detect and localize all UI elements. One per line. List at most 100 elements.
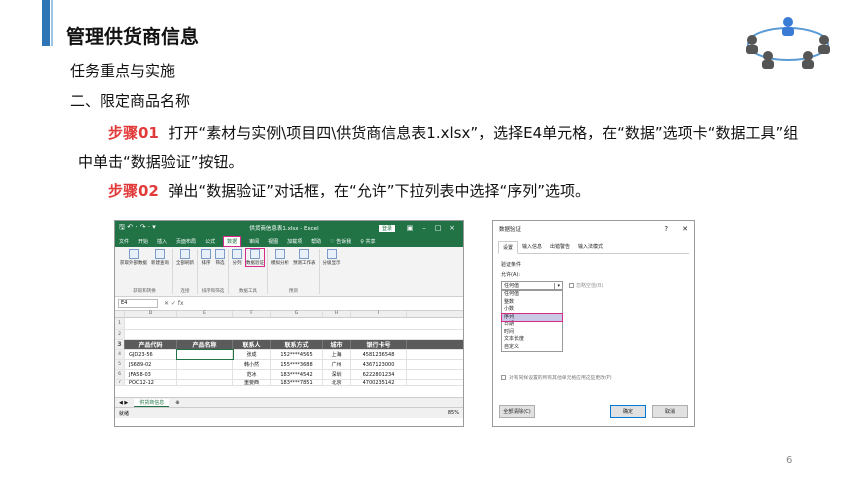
help-icon[interactable]: ?: [664, 225, 668, 233]
table-cell[interactable]: 4581236548: [351, 350, 407, 359]
column-header[interactable]: D: [125, 311, 177, 317]
tab-help[interactable]: 帮助: [311, 238, 321, 245]
allow-select[interactable]: 任何值 ▾: [501, 281, 563, 290]
table-cell[interactable]: [177, 380, 233, 385]
outline-icon: [326, 249, 337, 259]
formula-buttons[interactable]: ✕ ✓ fx: [164, 300, 184, 307]
column-header[interactable]: G: [271, 311, 323, 317]
cancel-button[interactable]: 取消: [652, 405, 688, 418]
tab-addins[interactable]: 加载项: [287, 238, 302, 245]
ribbon-display-icon[interactable]: ▣: [403, 224, 417, 232]
table-cell[interactable]: 183****7851: [271, 380, 323, 385]
table-cell[interactable]: [177, 360, 233, 369]
option-integer[interactable]: 整数: [502, 299, 562, 307]
close-icon[interactable]: ✕: [682, 225, 688, 233]
option-any[interactable]: 任何值: [502, 291, 562, 299]
option-time[interactable]: 时间: [502, 329, 562, 337]
close-icon[interactable]: ×: [445, 224, 459, 232]
name-box[interactable]: E4: [118, 299, 158, 308]
table-cell[interactable]: 广州: [323, 360, 351, 369]
option-text-length[interactable]: 文本长度: [502, 336, 562, 344]
forecast-sheet-button[interactable]: 预测工作表: [293, 249, 316, 266]
worksheet-grid[interactable]: D E F G H I 1 2 3 产品代码 产品名称 联系人 联系方式 城市 …: [115, 311, 463, 397]
table-cell[interactable]: 4367123000: [351, 360, 407, 369]
clear-all-button[interactable]: 全部清除(C): [499, 405, 535, 418]
tab-data[interactable]: 数据: [223, 235, 242, 247]
table-cell[interactable]: 深圳: [323, 370, 351, 379]
table-cell[interactable]: JFA58-03: [125, 370, 177, 379]
ok-button[interactable]: 确定: [610, 405, 646, 418]
table-cell[interactable]: [177, 370, 233, 379]
quick-access-toolbar[interactable]: 🖫 ↶ · ↷ · ▾: [119, 223, 189, 234]
table-cell[interactable]: 范冰: [233, 370, 271, 379]
subtitle: 任务重点与实施: [70, 62, 176, 80]
tab-ime-mode[interactable]: 输入法模式: [574, 241, 607, 253]
tab-home[interactable]: 开始: [138, 238, 148, 245]
tab-page-layout[interactable]: 页面布局: [176, 238, 196, 245]
refresh-all-button[interactable]: 全部刷新: [176, 249, 194, 266]
table-cell[interactable]: GJD23-56: [125, 350, 177, 359]
table-cell[interactable]: 张成: [233, 350, 271, 359]
sheet-tab[interactable]: 供货商信息: [134, 398, 170, 407]
dialog-tabs: 设置 输入信息 出错警告 输入法模式: [498, 241, 689, 254]
ribbon-tabs: 文件 开始 插入 页面布局 公式 数据 审阅 视图 加载项 帮助 ♡ 告诉我 ♀…: [115, 235, 463, 247]
refresh-icon: [180, 249, 190, 259]
tab-settings[interactable]: 设置: [498, 241, 519, 254]
table-row: 2: [115, 330, 463, 340]
allow-dropdown-list: 任何值 整数 小数 序列 日期 时间 文本长度 自定义: [501, 290, 563, 352]
table-cell[interactable]: 北京: [323, 380, 351, 385]
column-header[interactable]: F: [233, 311, 271, 317]
validation-icon: [250, 249, 260, 259]
table-cell[interactable]: 韩小然: [233, 360, 271, 369]
table-cell[interactable]: 155****3688: [271, 360, 323, 369]
text-to-columns-button[interactable]: 分列: [232, 249, 242, 266]
minimize-icon[interactable]: –: [417, 224, 431, 232]
share-button[interactable]: ♀ 共享: [360, 238, 375, 245]
table-cell[interactable]: 上海: [323, 350, 351, 359]
data-validation-button[interactable]: 数据验证: [245, 248, 265, 267]
option-custom[interactable]: 自定义: [502, 344, 562, 352]
sort-button[interactable]: 排序: [201, 249, 211, 266]
column-header[interactable]: H: [323, 311, 351, 317]
data-validation-dialog: 数据验证 ? ✕ 设置 输入信息 出错警告 输入法模式 验证条件 允许(A): …: [492, 220, 695, 427]
table-cell[interactable]: 4700235142: [351, 380, 407, 385]
table-cell[interactable]: POC12-12: [125, 380, 177, 385]
table-cell[interactable]: 183****4542: [271, 370, 323, 379]
group-label: 排序和筛选: [201, 289, 225, 294]
tab-input-message[interactable]: 输入信息: [518, 241, 546, 253]
tab-insert[interactable]: 插入: [157, 238, 167, 245]
table-cell[interactable]: 152****4565: [271, 350, 323, 359]
table-cell[interactable]: 6222801234: [351, 370, 407, 379]
tab-file[interactable]: 文件: [119, 238, 129, 245]
column-header[interactable]: E: [177, 311, 233, 317]
sheet-nav-icon[interactable]: ◀ ▶: [119, 400, 128, 406]
ignore-blank-checkbox[interactable]: 忽略空值(B): [569, 282, 603, 289]
what-if-button[interactable]: 模拟分析: [271, 249, 289, 266]
new-query-button[interactable]: 新建查询: [151, 249, 169, 266]
apply-all-checkbox[interactable]: 对有同样设置的所有其他单元格应用这些更改(P): [501, 374, 686, 381]
tab-error-alert[interactable]: 出错警告: [546, 241, 574, 253]
tab-formulas[interactable]: 公式: [205, 238, 215, 245]
tab-view[interactable]: 视图: [268, 238, 278, 245]
accent-bar: [42, 0, 50, 46]
zoom-level[interactable]: 85%: [448, 410, 459, 416]
option-decimal[interactable]: 小数: [502, 306, 562, 314]
add-sheet-icon[interactable]: ⊕: [175, 400, 179, 406]
column-header[interactable]: I: [351, 311, 407, 317]
tell-me[interactable]: ♡ 告诉我: [330, 238, 351, 245]
filter-button[interactable]: 筛选: [215, 249, 225, 266]
login-button[interactable]: 登录: [378, 224, 395, 232]
selected-cell-e4[interactable]: [176, 349, 234, 360]
maximize-icon[interactable]: □: [431, 224, 445, 232]
get-external-data-button[interactable]: 获取外部数据: [120, 249, 147, 266]
tab-review[interactable]: 审阅: [249, 238, 259, 245]
step2-paragraph: 步骤02 弹出“数据验证”对话框，在“允许”下拉列表中选择“序列”选项。: [78, 177, 808, 206]
step1-paragraph: 步骤01 打开“素材与实例\项目四\供货商信息表1.xlsx”，选择E4单元格，…: [78, 119, 808, 177]
table-header-row: 3 产品代码 产品名称 联系人 联系方式 城市 银行卡号: [115, 340, 463, 350]
option-list[interactable]: 序列: [501, 312, 563, 322]
table-cell[interactable]: JS689-02: [125, 360, 177, 369]
group-label: 连接: [180, 289, 190, 294]
option-date[interactable]: 日期: [502, 321, 562, 329]
outline-button[interactable]: 分级显示: [323, 249, 341, 266]
table-cell[interactable]: 重要西: [233, 380, 271, 385]
